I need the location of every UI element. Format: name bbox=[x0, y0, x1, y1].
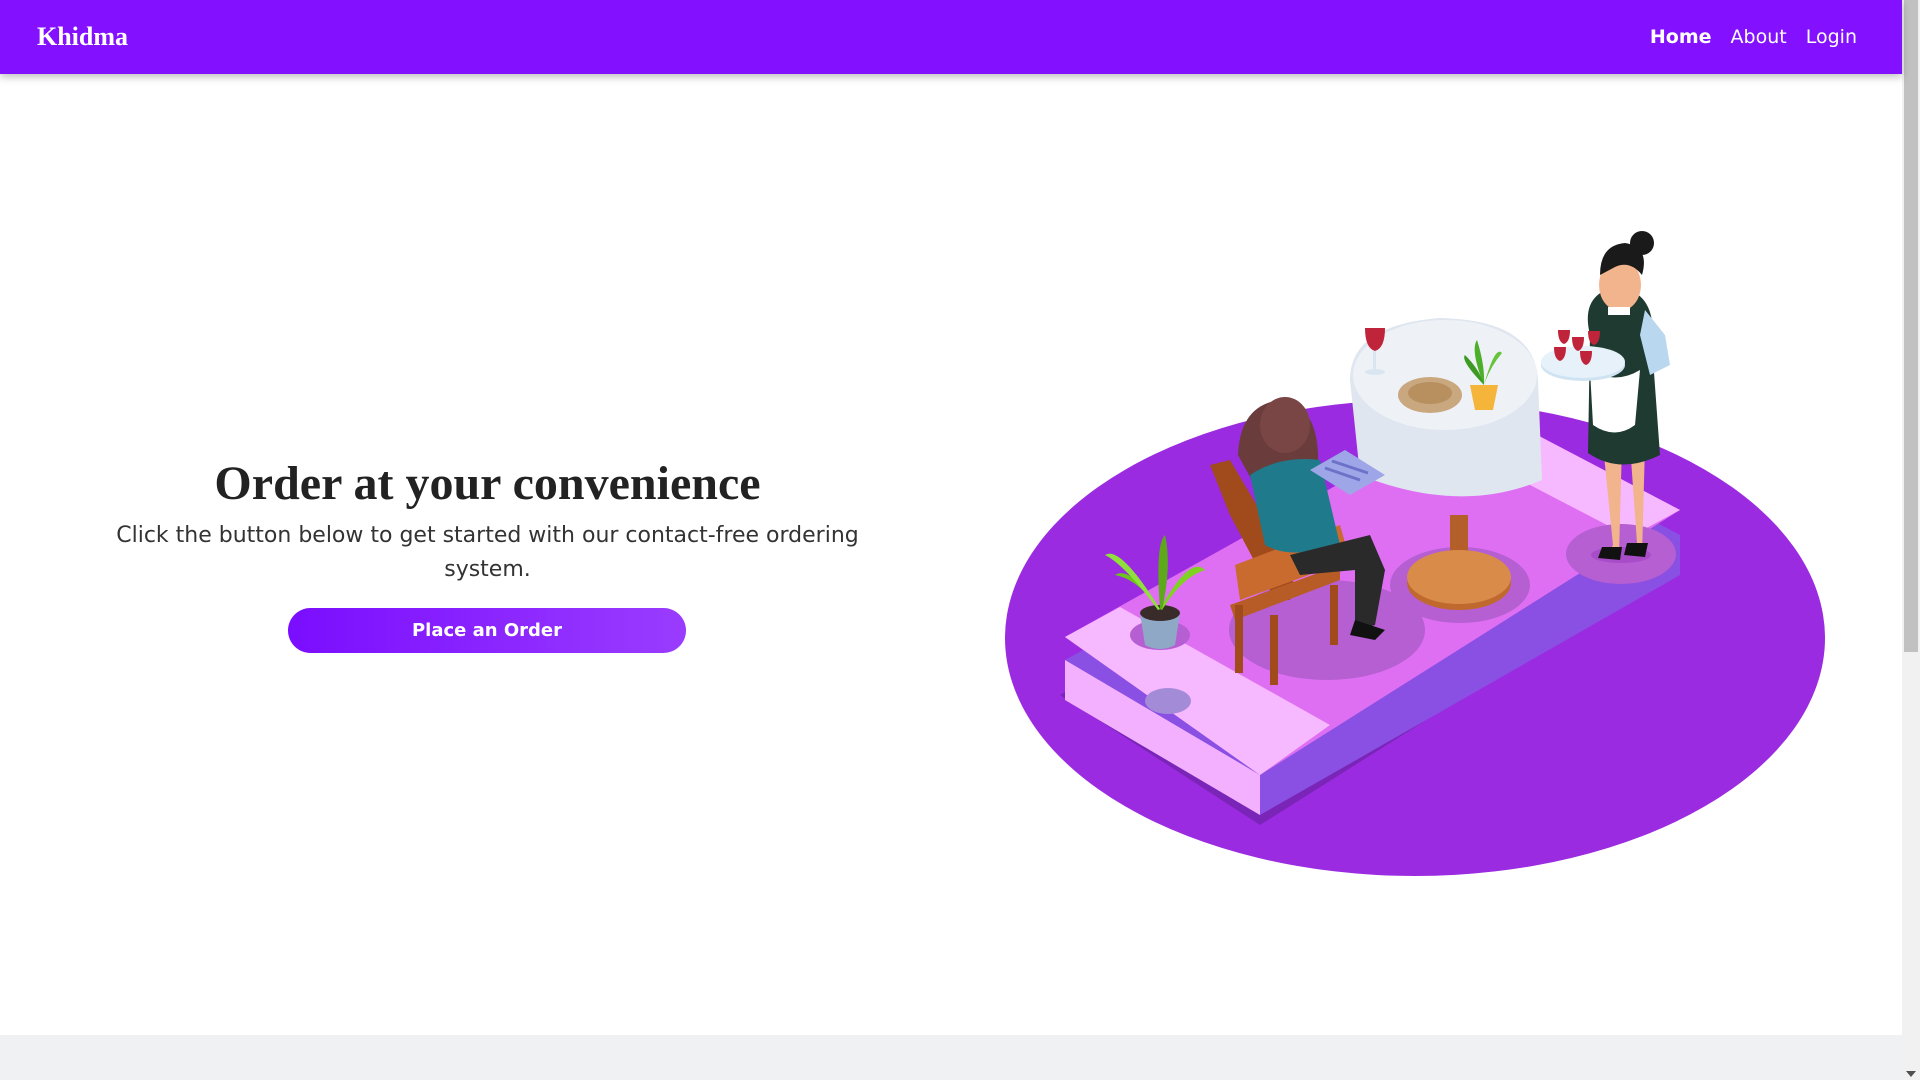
scroll-down-arrow-icon[interactable] bbox=[1906, 1071, 1916, 1077]
brand-logo[interactable]: Khidma bbox=[37, 21, 128, 53]
hero-subtitle: Click the button below to get started wi… bbox=[116, 523, 859, 582]
footer-band bbox=[0, 1035, 1902, 1080]
nav-link-home[interactable]: Home bbox=[1650, 25, 1712, 49]
page-scrollbar[interactable] bbox=[1902, 0, 1920, 1080]
restaurant-illustration bbox=[1005, 231, 1825, 876]
nav-link-about[interactable]: About bbox=[1731, 25, 1787, 49]
nav-links: Home About Login bbox=[1650, 25, 1857, 49]
place-order-button[interactable]: Place an Order bbox=[288, 608, 686, 653]
navbar: Khidma Home About Login bbox=[0, 0, 1902, 74]
nav-link-login[interactable]: Login bbox=[1806, 25, 1857, 49]
hero-section: Order at your convenience Click the butt… bbox=[110, 455, 865, 587]
scrollbar-thumb[interactable] bbox=[1904, 0, 1918, 652]
hero-title: Order at your convenience bbox=[214, 457, 761, 510]
